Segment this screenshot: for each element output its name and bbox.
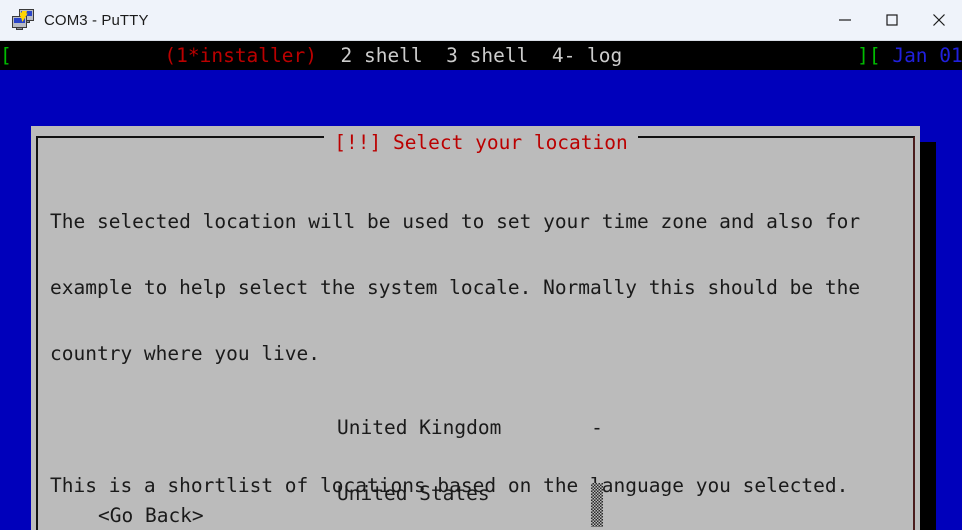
maximize-button[interactable] [868, 0, 915, 41]
scrollbar-thumb[interactable] [591, 483, 603, 527]
list-scrollbar[interactable]: - 0 . [589, 373, 605, 527]
status-right-bracket: ][ [857, 44, 881, 67]
dialog-title: [!!] Select your location [324, 129, 638, 157]
status-date: Jan 01 [892, 44, 962, 67]
body-line-3: country where you live. [50, 342, 321, 365]
terminal-screen[interactable]: [ (1*installer) 2 shell 3 shell 4- log ]… [0, 41, 962, 530]
scrollbar-up-marker[interactable]: - [589, 417, 605, 439]
window-title: COM3 - PuTTY [44, 11, 149, 29]
body-line-2: example to help select the system locale… [50, 276, 861, 299]
close-button[interactable] [915, 0, 962, 41]
status-window-installer[interactable]: (1*installer) [164, 44, 317, 67]
status-window-shell-3[interactable]: 3 shell [446, 44, 528, 67]
window-titlebar[interactable]: COM3 - PuTTY [0, 0, 962, 41]
tmux-status-line: [ (1*installer) 2 shell 3 shell 4- log ]… [0, 41, 962, 70]
putty-window: COM3 - PuTTY [ (1*installer) 2 shell 3 s… [0, 0, 962, 530]
list-item-united-states[interactable]: United States [337, 483, 570, 505]
body-line-1: The selected location will be used to se… [50, 210, 861, 233]
minimize-button[interactable] [821, 0, 868, 41]
window-controls [821, 0, 962, 41]
putty-icon [10, 8, 38, 32]
status-window-log-4[interactable]: 4- log [552, 44, 622, 67]
dialog-title-wrap: [!!] Select your location [0, 129, 962, 157]
status-window-shell-2[interactable]: 2 shell [340, 44, 422, 67]
location-list[interactable]: United Kingdom United States Zambia Zimb… [337, 373, 570, 530]
status-left-bracket: [ [0, 44, 12, 67]
go-back-button[interactable]: <Go Back> [98, 505, 204, 527]
list-item-united-kingdom[interactable]: United Kingdom [337, 417, 570, 439]
